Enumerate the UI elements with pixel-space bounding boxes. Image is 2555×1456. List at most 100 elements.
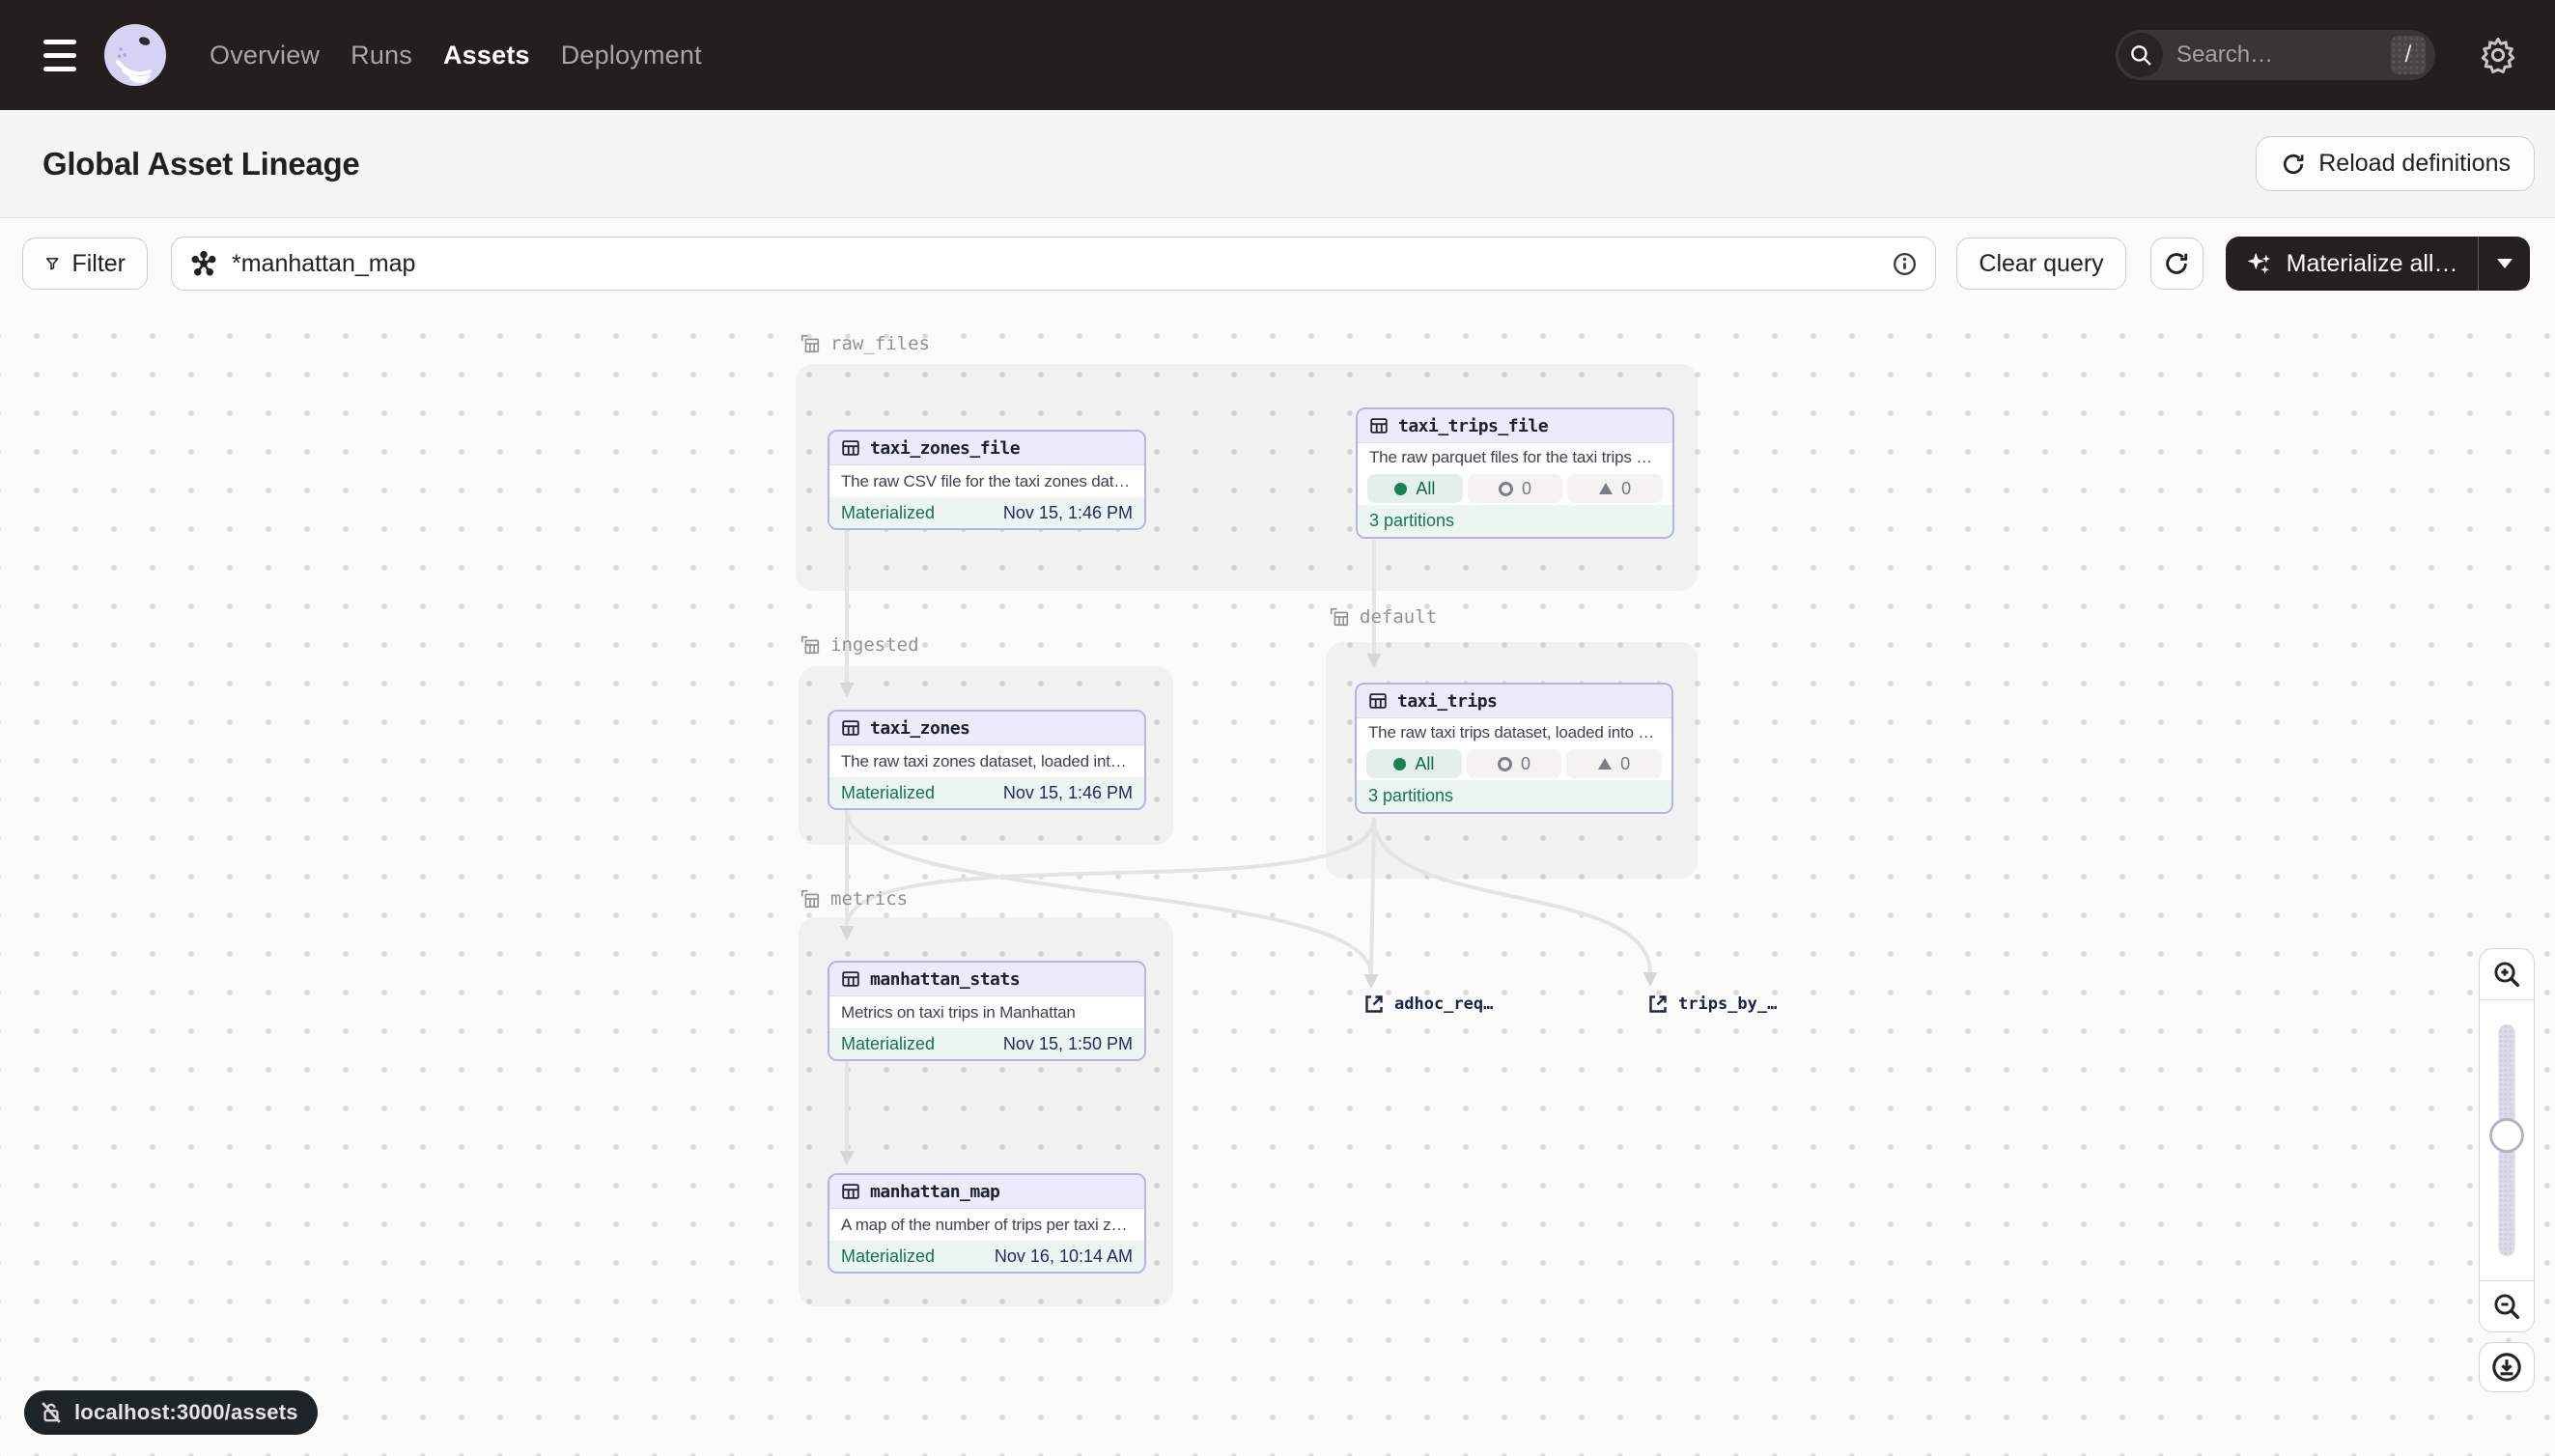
zoom-control-panel	[2479, 948, 2535, 1332]
asset-group-icon	[800, 634, 821, 656]
asset-description: The raw CSV file for the taxi zones dat…	[829, 465, 1144, 498]
zoom-in-button[interactable]	[2480, 949, 2534, 999]
materialize-options-dropdown[interactable]	[2479, 237, 2530, 291]
chevron-down-icon	[2497, 259, 2513, 268]
top-navigation-bar: Overview Runs Assets Deployment Search… …	[0, 0, 2555, 110]
download-graph-button[interactable]	[2479, 1342, 2535, 1392]
success-dot-icon	[1394, 483, 1407, 495]
success-dot-icon	[1393, 758, 1406, 770]
clear-query-button[interactable]: Clear query	[1956, 238, 2125, 290]
asset-graph-icon	[189, 249, 218, 278]
table-icon	[840, 968, 861, 990]
refresh-icon	[2162, 249, 2191, 278]
nav-assets[interactable]: Assets	[443, 41, 530, 70]
asset-description: Metrics on taxi trips in Manhattan	[829, 996, 1144, 1029]
download-icon	[2490, 1351, 2523, 1384]
refresh-graph-button[interactable]	[2150, 238, 2204, 290]
materialized-status: Materialized	[841, 1034, 935, 1054]
zoom-slider-thumb[interactable]	[2489, 1118, 2524, 1153]
materialized-timestamp: Nov 15, 1:50 PM	[1003, 1034, 1133, 1054]
asset-name: taxi_zones	[870, 718, 969, 739]
materialized-status: Materialized	[841, 503, 935, 523]
external-asset-trips-by[interactable]: trips_by_…	[1646, 993, 1777, 1016]
global-search-input[interactable]: Search… /	[2116, 30, 2435, 80]
materialize-all-split-button: Materialize all…	[2226, 237, 2530, 291]
group-label-raw-files[interactable]: raw_files	[800, 333, 930, 354]
reload-definitions-button[interactable]: Reload definitions	[2256, 136, 2535, 191]
page-header: Global Asset Lineage Reload definitions	[0, 110, 2555, 218]
nav-deployment[interactable]: Deployment	[561, 41, 702, 70]
zoom-slider[interactable]	[2480, 999, 2534, 1281]
table-icon	[1367, 690, 1389, 712]
missing-triangle-icon	[1599, 483, 1613, 494]
external-link-icon	[1362, 993, 1386, 1016]
asset-name: manhattan_stats	[870, 969, 1020, 990]
table-icon	[840, 437, 861, 459]
partition-health-failed[interactable]: 0	[1467, 749, 1562, 778]
dagster-logo[interactable]	[104, 24, 166, 86]
materialized-status: Materialized	[841, 1246, 935, 1267]
filter-button[interactable]: Filter	[22, 238, 148, 290]
partitions-count: 3 partitions	[1369, 511, 1454, 531]
materialized-status: Materialized	[841, 783, 935, 803]
failed-ring-icon	[1498, 757, 1512, 771]
asset-description: A map of the number of trips per taxi z…	[829, 1209, 1144, 1242]
lineage-toolbar: Filter *manhattan_map Clear query Materi…	[0, 218, 2555, 309]
asset-description: The raw taxi zones dataset, loaded int…	[829, 745, 1144, 778]
group-label-metrics[interactable]: metrics	[800, 888, 908, 910]
materialized-timestamp: Nov 16, 10:14 AM	[995, 1246, 1133, 1267]
asset-description: The raw parquet files for the taxi trips…	[1358, 443, 1672, 472]
asset-lineage-canvas[interactable]: raw_files ingested default metrics taxi_…	[0, 309, 2555, 1456]
asset-group-icon	[800, 888, 821, 910]
nav-runs[interactable]: Runs	[351, 41, 412, 70]
refresh-icon	[2280, 151, 2307, 178]
info-icon[interactable]	[1892, 251, 1918, 277]
partition-health-failed[interactable]: 0	[1468, 474, 1563, 503]
partitions-count: 3 partitions	[1368, 786, 1453, 806]
settings-gear-icon[interactable]	[2476, 33, 2520, 77]
group-label-default[interactable]: default	[1329, 606, 1437, 628]
group-label-ingested[interactable]: ingested	[800, 634, 919, 656]
asset-node-manhattan-stats[interactable]: manhattan_stats Metrics on taxi trips in…	[828, 961, 1146, 1061]
table-icon	[840, 717, 861, 739]
nav-overview[interactable]: Overview	[210, 41, 320, 70]
asset-name: taxi_trips	[1397, 691, 1497, 712]
partition-health-all[interactable]: All	[1367, 474, 1463, 503]
asset-node-taxi-trips-file[interactable]: taxi_trips_file The raw parquet files fo…	[1356, 407, 1674, 539]
materialized-timestamp: Nov 15, 1:46 PM	[1003, 503, 1133, 523]
external-link-icon	[1646, 993, 1670, 1016]
asset-node-manhattan-map[interactable]: manhattan_map A map of the number of tri…	[828, 1173, 1146, 1274]
menu-icon[interactable]	[43, 40, 76, 71]
asset-node-taxi-zones[interactable]: taxi_zones The raw taxi zones dataset, l…	[828, 710, 1146, 810]
materialize-all-button[interactable]: Materialize all…	[2226, 237, 2478, 291]
lineage-edges	[0, 309, 2555, 1456]
search-placeholder: Search…	[2176, 42, 2273, 69]
materialized-timestamp: Nov 15, 1:46 PM	[1003, 783, 1133, 803]
search-shortcut-key: /	[2391, 36, 2426, 74]
partition-health-all[interactable]: All	[1366, 749, 1462, 778]
asset-name: taxi_trips_file	[1398, 416, 1548, 436]
asset-name: manhattan_map	[870, 1182, 999, 1202]
main-nav: Overview Runs Assets Deployment	[210, 41, 702, 70]
search-icon	[2119, 33, 2163, 77]
asset-selection-input[interactable]: *manhattan_map	[171, 237, 1936, 291]
asset-selection-value: *manhattan_map	[232, 250, 415, 278]
partition-health-missing[interactable]: 0	[1566, 749, 1662, 778]
asset-description: The raw taxi trips dataset, loaded into …	[1357, 718, 1671, 747]
sparkles-icon	[2245, 249, 2274, 278]
failed-ring-icon	[1499, 482, 1513, 496]
asset-node-taxi-zones-file[interactable]: taxi_zones_file The raw CSV file for the…	[828, 430, 1146, 530]
asset-name: taxi_zones_file	[870, 438, 1020, 459]
table-icon	[1368, 415, 1390, 436]
page-title: Global Asset Lineage	[42, 146, 359, 182]
filter-funnel-icon	[44, 251, 60, 276]
asset-group-icon	[800, 333, 821, 354]
url-text: localhost:3000/assets	[74, 1400, 298, 1425]
partition-health-missing[interactable]: 0	[1567, 474, 1663, 503]
external-asset-adhoc-request[interactable]: adhoc_req…	[1362, 993, 1493, 1016]
zoom-out-button[interactable]	[2480, 1281, 2534, 1331]
missing-triangle-icon	[1598, 758, 1612, 770]
asset-node-taxi-trips[interactable]: taxi_trips The raw taxi trips dataset, l…	[1355, 683, 1673, 814]
table-icon	[840, 1181, 861, 1202]
insecure-lock-icon	[38, 1399, 65, 1426]
